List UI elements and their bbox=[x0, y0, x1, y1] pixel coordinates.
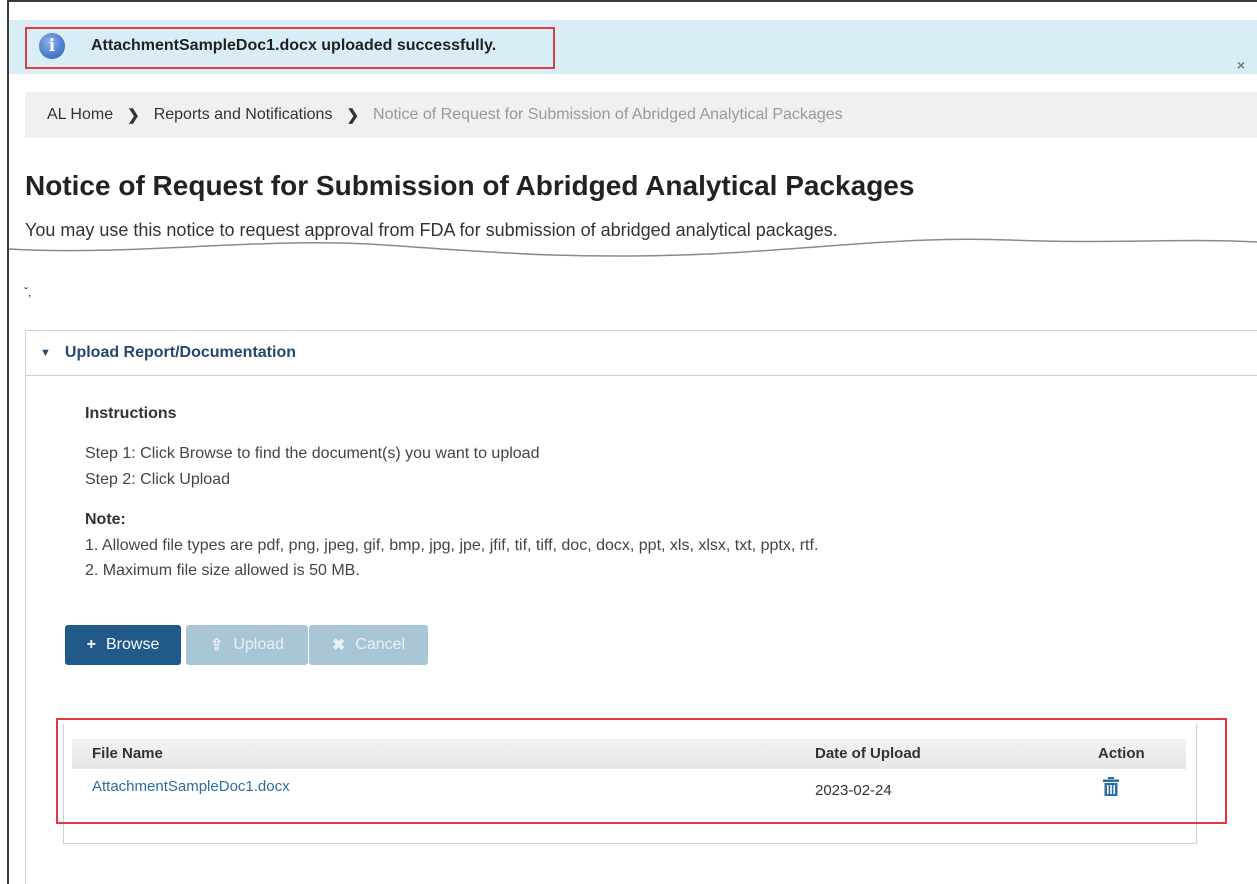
column-header-file-name: File Name bbox=[92, 745, 163, 762]
panel-title: Upload Report/Documentation bbox=[64, 344, 296, 361]
breadcrumb-reports-and-notifications[interactable]: Reports and Notifications bbox=[154, 106, 333, 124]
upload-icon: ⇪ bbox=[209, 637, 224, 654]
upload-date: 2023-02-24 bbox=[815, 782, 892, 799]
close-icon[interactable]: × bbox=[1237, 57, 1245, 73]
alert-highlight-box bbox=[25, 27, 555, 69]
upload-button[interactable]: ⇪ Upload bbox=[186, 625, 308, 665]
chevron-right-icon: ❯ bbox=[127, 107, 140, 124]
trash-icon[interactable] bbox=[1103, 777, 1119, 796]
instruction-step: Step 2: Click Upload bbox=[85, 471, 230, 488]
breadcrumb: AL Home ❯ Reports and Notifications ❯ No… bbox=[25, 92, 1257, 138]
file-name-link[interactable]: AttachmentSampleDoc1.docx bbox=[92, 778, 290, 795]
cancel-button[interactable]: ✖ Cancel bbox=[309, 625, 428, 665]
column-header-date-of-upload: Date of Upload bbox=[815, 745, 921, 762]
section-marker: ˇ, bbox=[24, 285, 32, 299]
caret-down-icon: ▼ bbox=[40, 347, 51, 359]
page-title: Notice of Request for Submission of Abri… bbox=[25, 170, 915, 201]
chevron-right-icon: ❯ bbox=[346, 107, 360, 124]
breadcrumb-al-home[interactable]: AL Home bbox=[47, 106, 113, 124]
table-header-row: File Name Date of Upload Action bbox=[72, 739, 1186, 769]
browse-label: Browse bbox=[105, 636, 160, 653]
panel-header-upload[interactable]: ▼ Upload Report/Documentation bbox=[26, 331, 1257, 376]
note-heading: Note: bbox=[85, 511, 126, 528]
note-item: 1. Allowed file types are pdf, png, jpeg… bbox=[85, 537, 819, 554]
browse-button[interactable]: + Browse bbox=[65, 625, 181, 665]
cancel-icon: ✖ bbox=[331, 637, 346, 654]
torn-edge-divider bbox=[9, 238, 1257, 292]
note-item: 2. Maximum file size allowed is 50 MB. bbox=[85, 562, 360, 579]
instructions-heading: Instructions bbox=[85, 405, 177, 422]
plus-icon: + bbox=[86, 636, 96, 653]
upload-label: Upload bbox=[233, 636, 285, 653]
column-header-action: Action bbox=[1098, 745, 1145, 762]
breadcrumb-current-page: Notice of Request for Submission of Abri… bbox=[373, 106, 843, 123]
cancel-label: Cancel bbox=[355, 636, 406, 653]
instruction-step: Step 1: Click Browse to find the documen… bbox=[85, 445, 540, 462]
